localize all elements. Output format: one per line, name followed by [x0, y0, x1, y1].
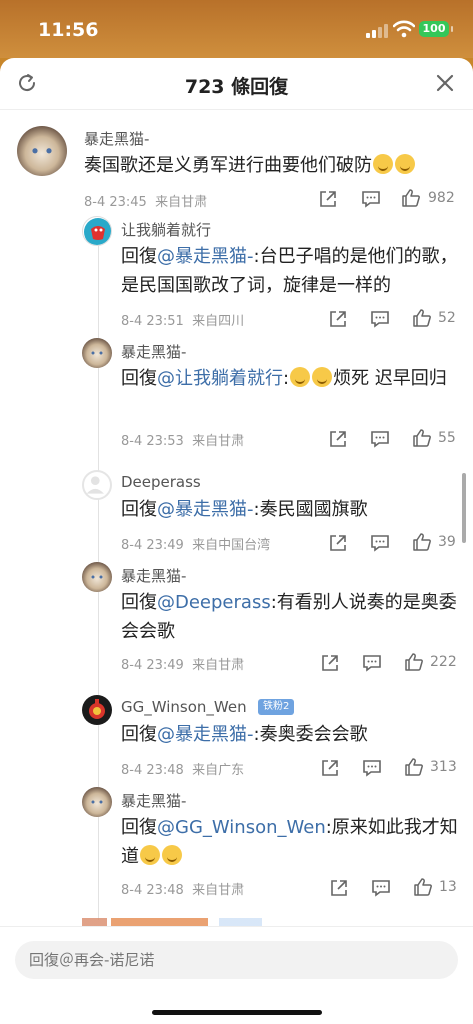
comment-icon[interactable] — [370, 429, 390, 449]
cellular-signal-icon — [366, 24, 388, 38]
share-icon[interactable] — [320, 653, 340, 673]
avatar[interactable] — [82, 470, 112, 500]
thumbs-up-icon[interactable] — [412, 532, 432, 552]
comment-meta: 8-4 23:49 来自甘肃 — [121, 658, 245, 673]
mention-link[interactable]: @暴走黑猫- — [157, 724, 254, 745]
avatar[interactable] — [17, 126, 67, 176]
comment-icon[interactable] — [362, 758, 382, 778]
emoji-icon — [395, 154, 415, 174]
mention-link[interactable]: @暴走黑猫- — [157, 499, 254, 520]
thumbs-up-icon[interactable] — [413, 877, 433, 897]
comment-meta: 8-4 23:51 来自四川 — [121, 314, 245, 329]
home-indicator[interactable] — [152, 1010, 322, 1015]
fan-level-badge: 铁粉2 — [258, 699, 295, 715]
comment-meta: 8-4 23:53 来自甘肃 — [121, 434, 245, 449]
comment-text: 回復@Deeperass:有看别人说奏的是奥委会会歌 — [121, 592, 457, 642]
avatar[interactable] — [82, 562, 112, 592]
comment-icon[interactable] — [370, 533, 390, 553]
comment-username[interactable]: 暴走黑猫- — [84, 128, 149, 149]
reply-input[interactable] — [15, 941, 458, 979]
partially-visible-comment — [82, 918, 282, 926]
comment-text: 回復@GG_Winson_Wen:原来如此我才知道 — [121, 817, 458, 867]
page-title: 723 條回復 — [184, 76, 289, 98]
avatar[interactable] — [82, 695, 112, 725]
like-count: 13 — [439, 879, 457, 895]
wifi-icon — [393, 20, 415, 38]
avatar[interactable] — [82, 338, 112, 368]
comment-meta: 8-4 23:48 来自广东 — [121, 763, 245, 778]
like-count: 52 — [438, 310, 456, 326]
comment-text: 回復@暴走黑猫-:奏奥委会会歌 — [121, 724, 368, 745]
replies-sheet: 723 條回復 暴走黑猫- 奏国歌还是义勇军进行曲要他们破防 8-4 23:45… — [0, 58, 473, 1024]
like-count: 313 — [430, 759, 457, 775]
like-count: 982 — [428, 190, 455, 206]
sheet-header: 723 條回復 — [0, 58, 473, 110]
mention-link[interactable]: @Deeperass — [157, 592, 271, 613]
mention-link[interactable]: @GG_Winson_Wen — [157, 817, 326, 838]
emoji-icon — [373, 154, 393, 174]
comment-text: 回復@让我躺着就行: 烦死 迟早回归 — [121, 367, 447, 389]
share-icon[interactable] — [318, 189, 338, 209]
share-icon[interactable] — [328, 429, 348, 449]
comment-text: 回復@暴走黑猫-:奏民國國旗歌 — [121, 499, 368, 520]
comment-username[interactable]: Deeperass — [121, 473, 201, 491]
comment-text: 奏国歌还是义勇军进行曲要他们破防 — [84, 151, 464, 180]
share-icon[interactable] — [329, 878, 349, 898]
scrollbar[interactable] — [462, 473, 466, 543]
comment-icon[interactable] — [361, 189, 381, 209]
comment-username[interactable]: 暴走黑猫- — [121, 790, 186, 811]
avatar[interactable] — [82, 216, 112, 246]
comment-meta: 8-4 23:45 来自甘肃 — [84, 195, 208, 210]
thumbs-up-icon[interactable] — [412, 428, 432, 448]
thumbs-up-icon[interactable] — [412, 308, 432, 328]
comment-meta: 8-4 23:49 来自中国台湾 — [121, 538, 271, 553]
status-bar: 11:56 100 — [0, 0, 473, 58]
comment-username[interactable]: 暴走黑猫- — [121, 565, 186, 586]
mention-link[interactable]: @让我躺着就行 — [157, 368, 283, 389]
thumbs-up-icon[interactable] — [401, 188, 421, 208]
comment-icon[interactable] — [371, 878, 391, 898]
emoji-icon — [290, 367, 311, 387]
share-icon[interactable] — [328, 533, 348, 553]
thumbs-up-icon[interactable] — [404, 652, 424, 672]
thumbs-up-icon[interactable] — [404, 757, 424, 777]
status-time: 11:56 — [38, 19, 99, 41]
close-icon[interactable] — [434, 72, 456, 94]
battery-indicator: 100 — [419, 21, 453, 37]
like-count: 39 — [438, 534, 456, 550]
comment-username[interactable]: 让我躺着就行 — [121, 219, 211, 240]
emoji-icon — [140, 845, 160, 865]
reply-bar — [0, 926, 473, 1024]
comment-text: 回復@暴走黑猫-:台巴子唱的是他们的歌，是民国国歌改了词，旋律是一样的 — [121, 246, 458, 296]
emoji-icon — [162, 845, 182, 865]
comment-icon[interactable] — [370, 309, 390, 329]
share-icon[interactable] — [328, 309, 348, 329]
avatar[interactable] — [82, 787, 112, 817]
emoji-icon — [312, 367, 333, 387]
like-count: 55 — [438, 430, 456, 446]
mention-link[interactable]: @暴走黑猫- — [157, 246, 254, 267]
share-icon[interactable] — [320, 758, 340, 778]
comment-icon[interactable] — [362, 653, 382, 673]
comment-username[interactable]: 暴走黑猫- — [121, 341, 186, 362]
comment-meta: 8-4 23:48 来自甘肃 — [121, 883, 245, 898]
comment-username[interactable]: GG_Winson_Wen — [121, 698, 247, 716]
like-count: 222 — [430, 654, 457, 670]
